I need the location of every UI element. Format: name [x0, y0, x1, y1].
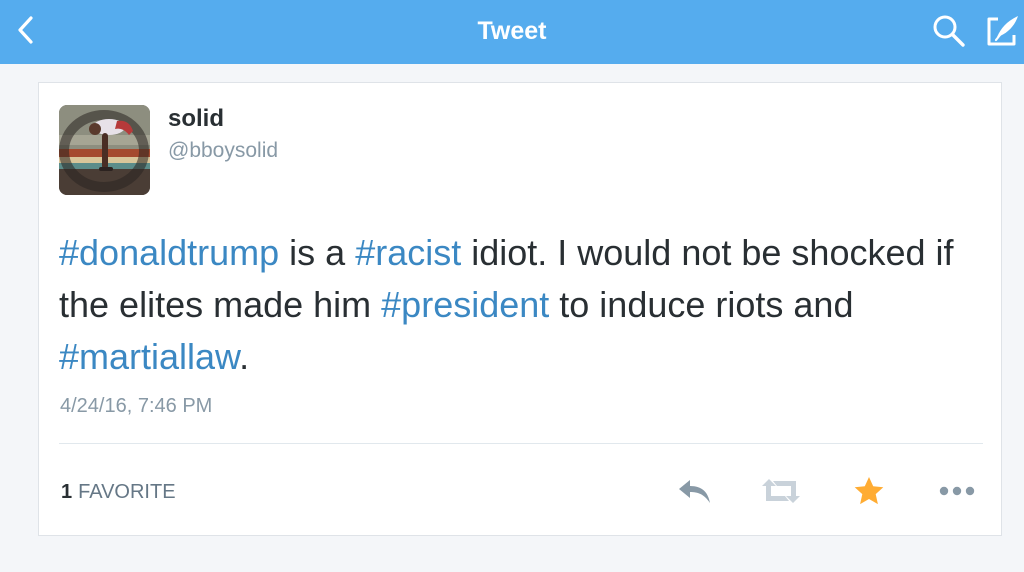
more-icon	[939, 486, 975, 496]
avatar-photo	[59, 105, 150, 195]
compose-icon	[987, 16, 1018, 46]
favorites-count: 1	[61, 481, 73, 503]
avatar[interactable]	[59, 105, 150, 195]
back-button[interactable]	[6, 10, 46, 50]
hashtag-link[interactable]: #donaldtrump	[59, 232, 279, 273]
tweet-text-segment: to induce riots and	[549, 284, 854, 325]
reply-icon	[679, 480, 710, 503]
hashtag-link[interactable]: #martiallaw	[59, 336, 239, 377]
retweet-icon	[762, 479, 800, 503]
hashtag-link[interactable]: #racist	[355, 232, 461, 273]
author-name[interactable]: solid	[168, 105, 224, 133]
more-options-button[interactable]	[935, 471, 979, 511]
tweet-text-segment: .	[239, 336, 250, 377]
tweet-text: #donaldtrump is a #racist idiot. I would…	[59, 227, 989, 383]
top-navigation-bar: Tweet	[0, 0, 1024, 64]
divider	[59, 443, 983, 444]
star-icon	[854, 477, 884, 505]
tweet-timestamp: 4/24/16, 7:46 PM	[60, 395, 213, 417]
author-handle[interactable]: @bboysolid	[168, 139, 278, 163]
reply-button[interactable]	[673, 471, 717, 511]
search-icon	[933, 15, 965, 47]
chevron-left-icon	[18, 16, 33, 44]
favorite-button[interactable]	[847, 471, 891, 511]
tweet-text-segment: is a	[279, 232, 356, 273]
compose-button[interactable]	[984, 10, 1024, 52]
hashtag-link[interactable]: #president	[381, 284, 549, 325]
tweet-card: solid @bboysolid #donaldtrump is a #raci…	[38, 82, 1002, 536]
page-title: Tweet	[477, 17, 547, 45]
search-button[interactable]	[928, 10, 970, 52]
retweet-button[interactable]	[759, 471, 803, 511]
favorites-label: FAVORITE	[78, 481, 176, 503]
favorites-count-link[interactable]: 1 FAVORITE	[61, 481, 176, 504]
